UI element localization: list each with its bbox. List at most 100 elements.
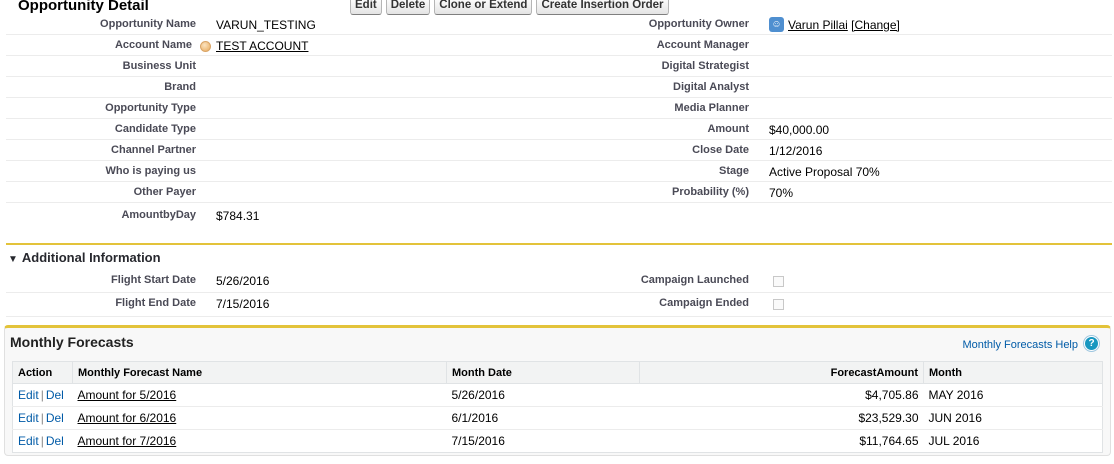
detail-row: Business Unit Digital Strategist [6, 56, 1112, 77]
additional-information-title: Additional Information [21, 250, 161, 265]
detail-row: Opportunity Type Media Planner [6, 98, 1112, 119]
additional-information-table: Flight Start Date 5/26/2016 Campaign Lau… [6, 270, 1112, 317]
account-manager-label: Account Manager [656, 39, 749, 51]
opportunity-name-label: Opportunity Name [100, 18, 196, 30]
amount-value: $40,000.00 [769, 123, 830, 137]
column-header-forecast-name: Monthly Forecast Name [72, 361, 447, 384]
table-row: Edit | Del Amount for 5/2016 5/26/2016 $4,… [12, 383, 1103, 407]
table-row: Edit | Del Amount for 7/2016 7/15/2016 $11… [13, 430, 1103, 453]
who-is-paying-label: Who is paying us [105, 165, 196, 177]
detail-header: Opportunity Detail Edit Delete Clone or … [0, 0, 1114, 15]
column-header-forecast-amount: ForecastAmount [639, 361, 924, 384]
detail-row: Brand Digital Analyst [6, 77, 1112, 98]
forecast-name-cell: Amount for 6/2016 [72, 406, 447, 430]
account-icon [200, 41, 211, 52]
additional-information-header[interactable]: ▼ Additional Information [8, 250, 161, 265]
change-owner-link[interactable]: [Change] [851, 18, 900, 32]
month-cell: JUN 2016 [923, 406, 1103, 430]
detail-table: Opportunity Name VARUN_TESTING Opportuni… [6, 14, 1112, 228]
stage-value: Active Proposal 70% [769, 165, 880, 179]
opportunity-owner-value: Varun Pillai [Change] [788, 18, 900, 32]
opportunity-owner-label: Opportunity Owner [648, 18, 749, 30]
flight-end-date-label: Flight End Date [115, 297, 196, 309]
candidate-type-label: Candidate Type [114, 123, 196, 135]
monthly-forecasts-title: Monthly Forecasts [10, 334, 134, 350]
owner-link[interactable]: Varun Pillai [788, 18, 848, 32]
action-cell: Edit | Del [12, 406, 73, 430]
media-planner-label: Media Planner [674, 102, 749, 114]
action-cell: Edit | Del [18, 434, 64, 448]
detail-row: Candidate Type Amount $40,000.00 [6, 119, 1112, 140]
table-header-row: Action Monthly Forecast Name Month Date … [12, 361, 1103, 384]
edit-link[interactable]: Edit [18, 388, 39, 402]
business-unit-label: Business Unit [122, 60, 196, 72]
collapse-triangle-icon[interactable]: ▼ [8, 254, 18, 265]
account-link[interactable]: TEST ACCOUNT [216, 39, 308, 53]
edit-button[interactable]: Edit [350, 0, 382, 15]
action-cell: Edit | Del [12, 383, 73, 407]
probability-label: Probability (%) [671, 186, 749, 198]
forecast-name-link[interactable]: Amount for 5/2016 [78, 388, 177, 402]
campaign-launched-label: Campaign Launched [640, 274, 749, 286]
account-name-label: Account Name [114, 39, 192, 51]
close-date-value: 1/12/2016 [769, 144, 823, 158]
column-header-month-date: Month Date [446, 361, 640, 384]
detail-row: Flight Start Date 5/26/2016 Campaign Lau… [6, 270, 1112, 293]
digital-strategist-label: Digital Strategist [661, 60, 749, 72]
detail-row: Other Payer Probability (%) 70% [6, 182, 1112, 203]
column-header-month: Month [923, 361, 1103, 384]
delete-link[interactable]: Del [46, 434, 64, 448]
flight-start-date-label: Flight Start Date [111, 274, 196, 286]
month-date-cell: 7/15/2016 [451, 434, 505, 448]
amount-label: Amount [707, 123, 749, 135]
delete-link[interactable]: Del [46, 388, 64, 402]
forecast-amount-cell: $23,529.30 [639, 406, 924, 430]
detail-row: Who is paying us Stage Active Proposal 7… [6, 161, 1112, 182]
delete-link[interactable]: Del [46, 411, 64, 425]
monthly-forecasts-table: Action Monthly Forecast Name Month Date … [12, 361, 1103, 453]
column-header-action: Action [12, 361, 73, 384]
opportunity-name-value: VARUN_TESTING [216, 18, 316, 32]
edit-link[interactable]: Edit [18, 411, 39, 425]
detail-row: Flight End Date 7/15/2016 Campaign Ended [6, 293, 1112, 317]
month-cell: JUL 2016 [928, 434, 980, 448]
user-icon: ☺ [769, 17, 784, 32]
edit-link[interactable]: Edit [18, 434, 39, 448]
page-title: Opportunity Detail [18, 0, 149, 14]
forecast-name-cell: Amount for 7/2016 [73, 430, 447, 453]
amount-by-day-label: AmountbyDay [121, 209, 196, 221]
monthly-forecasts-help-link[interactable]: Monthly Forecasts Help [962, 339, 1078, 351]
amount-by-day-value: $784.31 [216, 209, 260, 223]
month-date-cell: 6/1/2016 [446, 406, 640, 430]
channel-partner-label: Channel Partner [111, 144, 196, 156]
flight-end-date-value: 7/15/2016 [216, 297, 270, 311]
campaign-ended-label: Campaign Ended [659, 297, 749, 309]
detail-row: Opportunity Name VARUN_TESTING Opportuni… [6, 14, 1112, 35]
detail-row: AmountbyDay $784.31 [6, 203, 1112, 228]
monthly-forecasts-panel: Monthly Forecasts Monthly Forecasts Help… [4, 325, 1111, 456]
help-icon[interactable]: ? [1084, 336, 1099, 351]
forecast-amount-cell: $11,764.65 [859, 434, 919, 448]
month-date-cell: 5/26/2016 [446, 383, 640, 407]
opportunity-type-label: Opportunity Type [105, 102, 196, 114]
account-name-value: TEST ACCOUNT [216, 39, 308, 53]
create-insertion-order-button[interactable]: Create Insertion Order [536, 0, 669, 15]
other-payer-label: Other Payer [133, 186, 196, 198]
detail-row: Channel Partner Close Date 1/12/2016 [6, 140, 1112, 161]
forecast-name-cell: Amount for 5/2016 [72, 383, 447, 407]
close-date-label: Close Date [692, 144, 749, 156]
forecast-name-link[interactable]: Amount for 7/2016 [78, 434, 177, 448]
brand-label: Brand [164, 81, 196, 93]
forecast-name-link[interactable]: Amount for 6/2016 [78, 411, 177, 425]
campaign-launched-checkbox [773, 276, 784, 287]
probability-value: 70% [769, 186, 794, 200]
flight-start-date-value: 5/26/2016 [216, 274, 270, 288]
table-row: Edit | Del Amount for 6/2016 6/1/2016 $23,… [12, 406, 1103, 430]
campaign-ended-checkbox [773, 299, 784, 310]
delete-button[interactable]: Delete [385, 0, 431, 15]
section-divider [6, 243, 1112, 245]
clone-or-extend-button[interactable]: Clone or Extend [434, 0, 533, 15]
stage-label: Stage [719, 165, 749, 177]
month-cell: MAY 2016 [923, 383, 1103, 407]
digital-analyst-label: Digital Analyst [673, 81, 749, 93]
